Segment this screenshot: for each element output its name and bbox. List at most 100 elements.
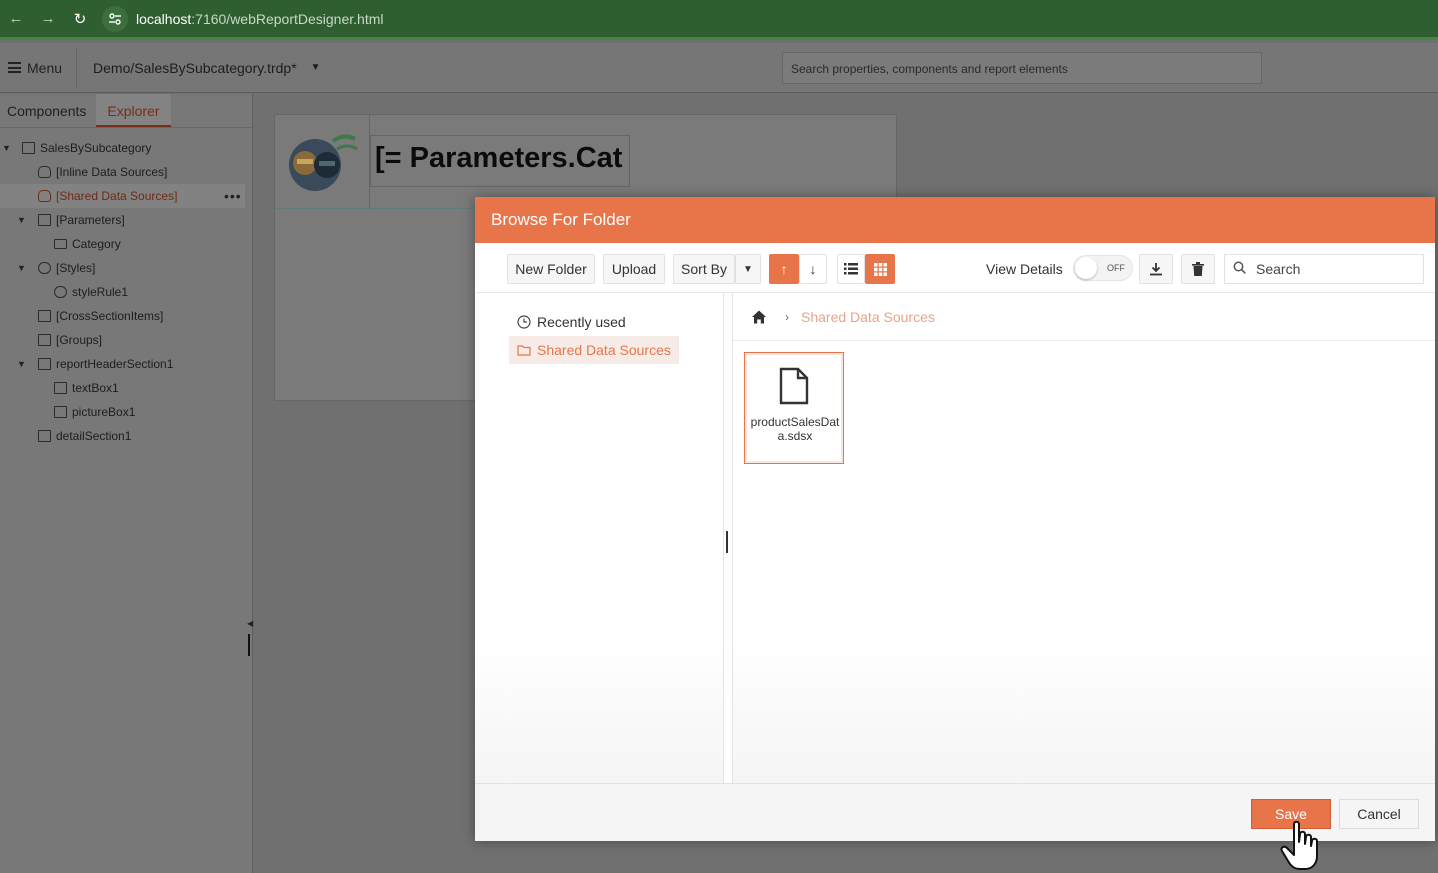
database-icon bbox=[38, 166, 51, 178]
section-icon bbox=[38, 358, 51, 370]
new-folder-button[interactable]: New Folder bbox=[507, 254, 595, 284]
folder-item-label: Shared Data Sources bbox=[537, 342, 671, 358]
delete-icon[interactable] bbox=[1181, 254, 1215, 284]
tree-item-reportheadersection1[interactable]: ▼ reportHeaderSection1 bbox=[0, 352, 252, 376]
dialog-toolbar: New Folder Upload Sort By ▼ ↑ ↓ View Det… bbox=[475, 243, 1435, 293]
download-icon[interactable] bbox=[1139, 254, 1173, 284]
list-view-icon[interactable] bbox=[837, 254, 865, 284]
parameters-icon bbox=[38, 214, 51, 226]
parameter-textbox[interactable]: [= Parameters.Cat bbox=[370, 135, 630, 187]
hamburger-icon bbox=[8, 62, 21, 73]
logo-image bbox=[289, 134, 358, 191]
explorer-panel: Components Explorer ▼ SalesBySubcategory… bbox=[0, 94, 253, 873]
tree-item-stylerule1[interactable]: styleRule1 bbox=[0, 280, 252, 304]
search-input[interactable] bbox=[1256, 261, 1416, 277]
cancel-button[interactable]: Cancel bbox=[1339, 799, 1419, 829]
designer-header: Menu Demo/SalesBySubcategory.trdp* ▼ Sea… bbox=[0, 43, 1438, 93]
home-icon[interactable] bbox=[751, 309, 767, 325]
forward-icon[interactable]: → bbox=[32, 3, 64, 35]
panel-tabs: Components Explorer bbox=[0, 94, 252, 128]
tree-item-parameters[interactable]: ▼ [Parameters] bbox=[0, 208, 252, 232]
view-details-toggle[interactable]: OFF bbox=[1073, 255, 1133, 281]
groups-icon bbox=[38, 334, 51, 346]
report-header-section[interactable]: [= Parameters.Cat bbox=[275, 115, 896, 209]
tab-explorer[interactable]: Explorer bbox=[96, 94, 171, 127]
back-icon[interactable]: ← bbox=[0, 3, 32, 35]
dialog-body: Recently used Shared Data Sources › Shar… bbox=[475, 293, 1435, 783]
tree-item-salesbysubcategory[interactable]: ▼ SalesBySubcategory bbox=[0, 136, 252, 160]
picture-icon bbox=[54, 406, 67, 418]
address-bar[interactable]: localhost:7160/webReportDesigner.html bbox=[102, 4, 384, 34]
parameter-icon bbox=[54, 239, 67, 249]
report-tree: ▼ SalesBySubcategory [Inline Data Source… bbox=[0, 136, 252, 448]
tree-item-label: pictureBox1 bbox=[72, 405, 136, 419]
tree-item-label: [Shared Data Sources] bbox=[56, 189, 178, 203]
url-text: localhost:7160/webReportDesigner.html bbox=[136, 11, 384, 27]
tree-item-picturebox1[interactable]: pictureBox1 bbox=[0, 400, 252, 424]
upload-button[interactable]: Upload bbox=[603, 254, 665, 284]
tree-item-label: [Parameters] bbox=[56, 213, 125, 227]
expand-arrow-icon[interactable]: ▼ bbox=[2, 143, 12, 153]
picture-box[interactable] bbox=[275, 115, 370, 209]
tab-components[interactable]: Components bbox=[0, 94, 93, 127]
shared-database-icon bbox=[38, 190, 51, 202]
grid-view-icon[interactable] bbox=[865, 254, 895, 284]
sort-dropdown-icon[interactable]: ▼ bbox=[735, 254, 761, 284]
chevron-right-icon: › bbox=[785, 309, 789, 324]
more-options-icon[interactable]: ••• bbox=[224, 188, 242, 204]
collapse-arrow-icon[interactable]: ◀ bbox=[247, 619, 253, 628]
toggle-knob bbox=[1075, 257, 1097, 279]
tree-item-label: [CrossSectionItems] bbox=[56, 309, 164, 323]
reload-icon[interactable]: ↻ bbox=[64, 3, 96, 35]
tree-item-textbox1[interactable]: textBox1 bbox=[0, 376, 252, 400]
folder-navigation-pane: Recently used Shared Data Sources bbox=[475, 293, 724, 783]
tree-item-styles[interactable]: ▼ [Styles] bbox=[0, 256, 252, 280]
sort-descending-icon[interactable]: ↓ bbox=[799, 254, 827, 284]
browser-toolbar: ← → ↻ localhost:7160/webReportDesigner.h… bbox=[0, 0, 1438, 40]
expand-arrow-icon[interactable]: ▼ bbox=[17, 263, 27, 273]
pane-splitter[interactable] bbox=[726, 531, 728, 553]
sort-ascending-icon[interactable]: ↑ bbox=[769, 254, 799, 284]
tree-item-label: [Styles] bbox=[56, 261, 96, 275]
grid-icon bbox=[38, 310, 51, 322]
file-search-field[interactable] bbox=[1224, 254, 1424, 284]
document-selector[interactable]: Demo/SalesBySubcategory.trdp* ▼ bbox=[93, 60, 321, 76]
folder-item-recently-used[interactable]: Recently used bbox=[509, 308, 634, 336]
dialog-title: Browse For Folder bbox=[475, 197, 1435, 243]
menu-label: Menu bbox=[27, 59, 63, 76]
tree-item-crosssectionitems[interactable]: [CrossSectionItems] bbox=[0, 304, 252, 328]
toggle-state-label: OFF bbox=[1107, 263, 1125, 273]
search-icon bbox=[1233, 261, 1246, 277]
folder-item-label: Recently used bbox=[537, 314, 626, 330]
url-path: :7160/webReportDesigner.html bbox=[191, 10, 384, 27]
tree-item-label: Category bbox=[72, 237, 121, 251]
tree-item-label: [Inline Data Sources] bbox=[56, 165, 168, 179]
panel-splitter[interactable] bbox=[248, 634, 250, 656]
folder-item-shared-data-sources[interactable]: Shared Data Sources bbox=[509, 336, 679, 364]
sort-by-button[interactable]: Sort By bbox=[673, 254, 735, 284]
tree-item-label: SalesBySubcategory bbox=[40, 141, 152, 155]
tree-item-inline-data-sources[interactable]: [Inline Data Sources] bbox=[0, 160, 252, 184]
site-info-icon[interactable] bbox=[102, 5, 128, 32]
file-item[interactable]: productSalesData.sdsx bbox=[744, 352, 844, 464]
menu-button[interactable]: Menu bbox=[8, 47, 78, 88]
file-icon bbox=[779, 367, 809, 405]
expand-arrow-icon[interactable]: ▼ bbox=[17, 359, 27, 369]
view-details-label: View Details bbox=[986, 261, 1063, 277]
hand-cursor-icon bbox=[1280, 820, 1318, 870]
palette-icon bbox=[38, 262, 51, 274]
palette-icon bbox=[54, 286, 67, 298]
url-host: localhost bbox=[136, 10, 192, 27]
caret-down-icon: ▼ bbox=[310, 62, 321, 73]
tree-item-groups[interactable]: [Groups] bbox=[0, 328, 252, 352]
breadcrumb-current[interactable]: Shared Data Sources bbox=[801, 309, 935, 325]
tree-item-label: textBox1 bbox=[72, 381, 119, 395]
tree-item-category[interactable]: Category bbox=[0, 232, 252, 256]
expand-arrow-icon[interactable]: ▼ bbox=[17, 215, 27, 225]
tree-item-shared-data-sources[interactable]: [Shared Data Sources] ••• bbox=[0, 184, 245, 208]
properties-search-input[interactable]: Search properties, components and report… bbox=[782, 52, 1262, 84]
tree-item-detailsection1[interactable]: detailSection1 bbox=[0, 424, 252, 448]
clock-icon bbox=[517, 315, 531, 329]
document-name: Demo/SalesBySubcategory.trdp* bbox=[93, 59, 297, 76]
tree-item-label: detailSection1 bbox=[56, 429, 132, 443]
